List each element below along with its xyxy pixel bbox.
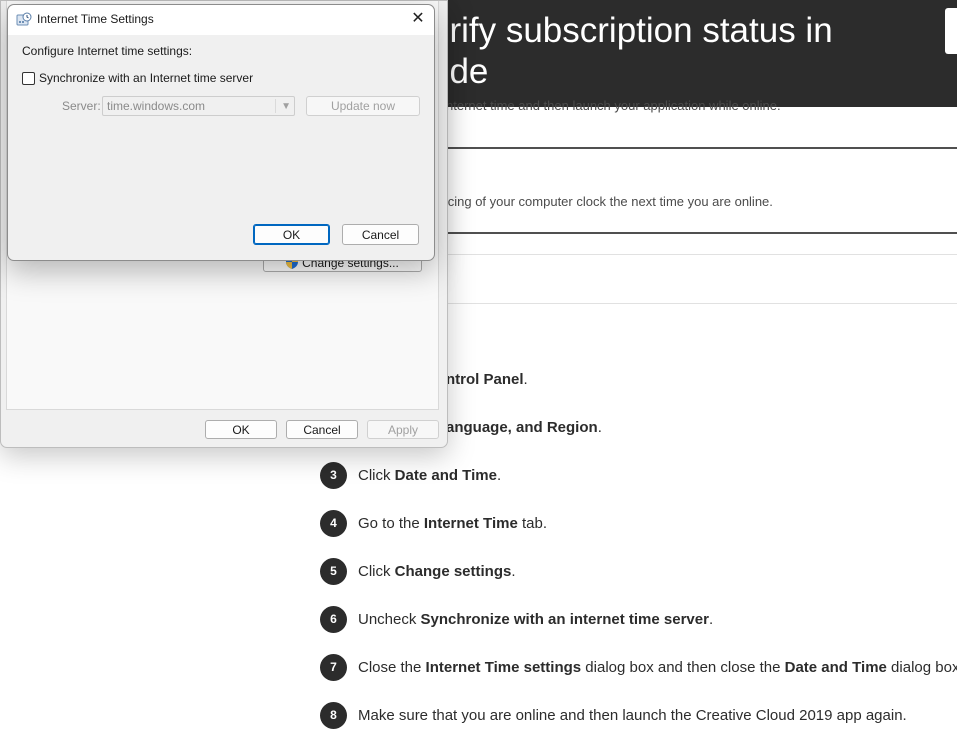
step-number-badge: 6 [320,605,347,633]
step-item: 3 Click Date and Time. [320,461,501,489]
step-number-badge: 3 [320,461,347,489]
step-item: 6 Uncheck Synchronize with an internet t… [320,605,713,633]
divider [430,147,957,149]
step-text: Go to the Internet Time tab. [358,514,547,532]
step-number-badge: 7 [320,653,347,681]
step-2-text: anguage, and Region. [446,419,602,436]
step-text: Click Date and Time. [358,466,502,484]
step-item: 7 Close the Internet Time settings dialo… [320,653,957,681]
dialog-title: Internet Time Settings [37,12,154,26]
ok-button[interactable]: OK [253,224,330,245]
step-number-badge: 4 [320,509,347,537]
divider [430,232,957,234]
step-item: 4 Go to the Internet Time tab. [320,509,547,537]
step-text: Uncheck Synchronize with an internet tim… [358,610,714,628]
ok-button[interactable]: OK [205,420,277,439]
step-text: Close the Internet Time settings dialog … [358,658,957,676]
sync-checkbox[interactable] [22,71,35,85]
configure-label: Configure Internet time settings: [22,44,193,58]
cancel-button[interactable]: Cancel [286,420,358,439]
dropdown-separator [275,99,276,113]
server-dropdown[interactable]: time.windows.com ▼ [102,96,295,116]
title-bar: Internet Time Settings ✕ [8,5,434,35]
step-1-text: ntrol Panel. [446,371,528,388]
update-now-button[interactable]: Update now [306,96,420,116]
step-text: Click Change settings. [358,562,516,580]
step-number-badge: 8 [320,701,347,729]
divider [430,303,957,304]
step-item: 5 Click Change settings. [320,557,516,585]
note-text: yncing of your computer clock the next t… [434,194,773,209]
chevron-down-icon: ▼ [281,101,291,112]
intro-text: nternet time and then launch your applic… [446,98,781,113]
step-text: Make sure that you are online and then l… [358,706,907,724]
clock-globe-icon [16,12,32,26]
sync-checkbox-label: Synchronize with an Internet time server [39,71,254,85]
server-value: time.windows.com [107,99,206,113]
server-label: Server: [62,99,101,113]
close-icon[interactable]: ✕ [410,11,426,27]
step-item: 8 Make sure that you are online and then… [320,701,907,729]
apply-button[interactable]: Apply [367,420,439,439]
divider [430,254,957,255]
page-title: erify subscription status in ode [430,11,833,91]
step-number-badge: 5 [320,557,347,585]
sync-checkbox-row[interactable]: Synchronize with an Internet time server [22,71,253,85]
search-box[interactable] [945,8,957,54]
internet-time-settings-dialog: Internet Time Settings ✕ Configure Inter… [7,4,435,261]
cancel-button[interactable]: Cancel [342,224,419,245]
